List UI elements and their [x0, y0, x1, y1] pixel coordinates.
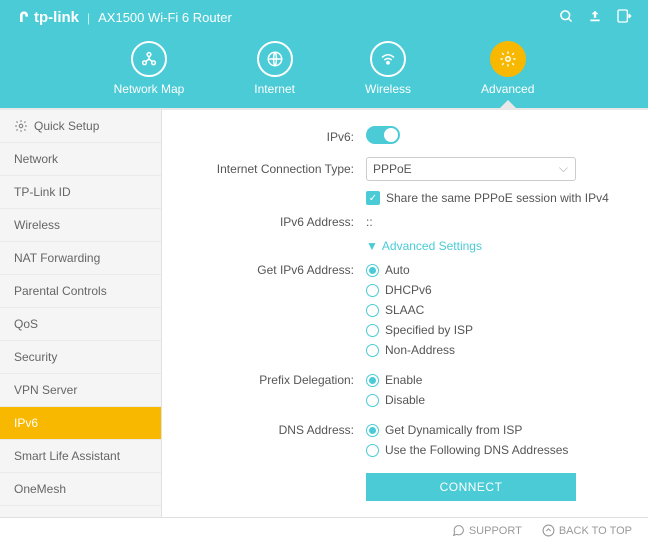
ipv6addr-label: IPv6 Address:	[186, 215, 366, 229]
conntype-select[interactable]: PPPoE	[366, 157, 576, 181]
getipv6-label: Get IPv6 Address:	[186, 263, 366, 277]
sidebar-item-vpn-server[interactable]: VPN Server	[0, 374, 161, 407]
sidebar-item-security[interactable]: Security	[0, 341, 161, 374]
back-to-top-link[interactable]: BACK TO TOP	[542, 524, 632, 537]
sidebar-item-system[interactable]: System	[0, 506, 161, 517]
getipv6-nonaddr[interactable]: Non-Address	[366, 343, 624, 357]
main-nav: Network Map Internet Wireless Advanced	[0, 35, 648, 108]
conntype-label: Internet Connection Type:	[186, 162, 366, 176]
content-area: IPv6: Internet Connection Type: PPPoE ✓ …	[162, 110, 648, 517]
ipv6-label: IPv6:	[186, 130, 366, 144]
separator: |	[87, 11, 90, 25]
advanced-settings-link[interactable]: ▼ Advanced Settings	[366, 239, 624, 253]
sidebar: Quick Setup Network TP-Link ID Wireless …	[0, 110, 162, 517]
sidebar-item-parental-controls[interactable]: Parental Controls	[0, 275, 161, 308]
sidebar-item-wireless[interactable]: Wireless	[0, 209, 161, 242]
getipv6-dhcpv6[interactable]: DHCPv6	[366, 283, 624, 297]
topbar: tp-link | AX1500 Wi-Fi 6 Router	[0, 0, 648, 35]
sidebar-item-smart-life[interactable]: Smart Life Assistant	[0, 440, 161, 473]
dns-label: DNS Address:	[186, 423, 366, 437]
arrow-up-icon	[542, 524, 555, 537]
sidebar-item-qos[interactable]: QoS	[0, 308, 161, 341]
nav-wireless[interactable]: Wireless	[365, 41, 411, 96]
prefix-enable[interactable]: Enable	[366, 373, 624, 387]
dns-manual[interactable]: Use the Following DNS Addresses	[366, 443, 624, 457]
getipv6-auto[interactable]: Auto	[366, 263, 624, 277]
sidebar-item-quick-setup[interactable]: Quick Setup	[0, 110, 161, 143]
sidebar-item-onemesh[interactable]: OneMesh	[0, 473, 161, 506]
search-icon[interactable]	[559, 9, 574, 27]
dns-dynamic[interactable]: Get Dynamically from ISP	[366, 423, 624, 437]
sidebar-item-nat-forwarding[interactable]: NAT Forwarding	[0, 242, 161, 275]
nav-advanced[interactable]: Advanced	[481, 41, 534, 96]
ipv6-toggle[interactable]	[366, 126, 400, 144]
connect-button[interactable]: CONNECT	[366, 473, 576, 501]
sidebar-item-tplink-id[interactable]: TP-Link ID	[0, 176, 161, 209]
chat-icon	[452, 524, 465, 537]
footer: SUPPORT BACK TO TOP	[0, 517, 648, 543]
upgrade-icon[interactable]	[588, 9, 602, 26]
sidebar-item-ipv6[interactable]: IPv6	[0, 407, 161, 440]
support-link[interactable]: SUPPORT	[452, 524, 522, 537]
getipv6-slaac[interactable]: SLAAC	[366, 303, 624, 317]
gear-icon	[14, 119, 28, 133]
brand-logo: tp-link	[16, 9, 79, 26]
share-checkbox[interactable]: ✓	[366, 191, 380, 205]
nav-internet[interactable]: Internet	[254, 41, 295, 96]
nav-network-map[interactable]: Network Map	[114, 41, 185, 96]
model-name: AX1500 Wi-Fi 6 Router	[98, 10, 232, 25]
prefix-disable[interactable]: Disable	[366, 393, 624, 407]
getipv6-isp[interactable]: Specified by ISP	[366, 323, 624, 337]
sidebar-item-network[interactable]: Network	[0, 143, 161, 176]
share-label: Share the same PPPoE session with IPv4	[386, 191, 609, 205]
prefix-label: Prefix Delegation:	[186, 373, 366, 387]
ipv6addr-value: ::	[366, 215, 624, 229]
logout-icon[interactable]	[616, 8, 632, 27]
